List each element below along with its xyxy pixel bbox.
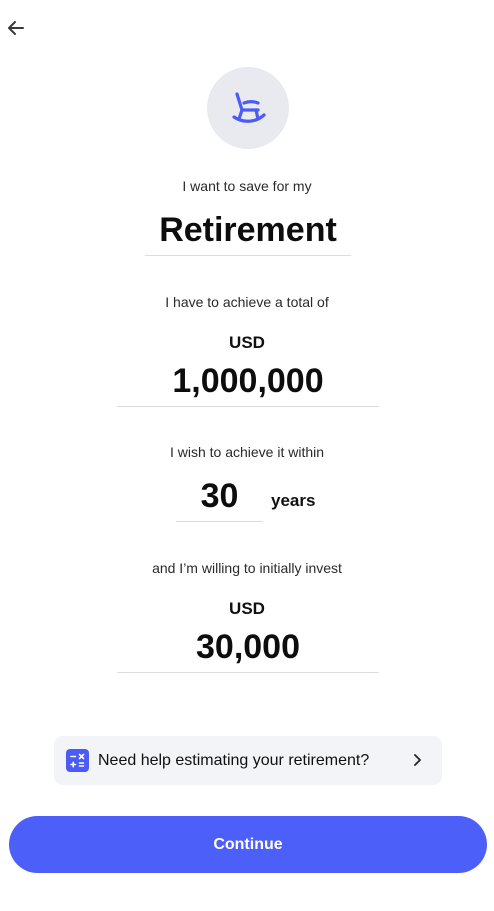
goal-name-field[interactable]: Retirement xyxy=(145,208,351,256)
retirement-estimate-help-card[interactable]: Need help estimating your retirement? xyxy=(54,736,442,785)
years-unit-label: years xyxy=(271,491,316,510)
years-field[interactable]: 30 xyxy=(176,475,263,522)
target-currency: USD xyxy=(229,333,265,352)
help-text: Need help estimating your retirement? xyxy=(98,751,370,769)
goal-intro-label: I want to save for my xyxy=(182,178,312,194)
calculator-icon xyxy=(66,749,89,772)
initial-investment-label: and I’m willing to initially invest xyxy=(152,560,342,576)
continue-button[interactable]: Continue xyxy=(9,816,487,873)
target-amount-field[interactable]: 1,000,000 xyxy=(117,359,379,407)
initial-amount-field[interactable]: 30,000 xyxy=(117,625,379,673)
arrow-left-icon xyxy=(8,21,24,35)
goal-icon-circle xyxy=(207,67,289,149)
timeframe-label: I wish to achieve it within xyxy=(169,444,325,460)
chevron-right-icon xyxy=(410,752,424,768)
initial-currency: USD xyxy=(229,599,265,618)
back-button[interactable] xyxy=(4,16,28,40)
target-label: I have to achieve a total of xyxy=(165,294,329,310)
rocking-chair-icon xyxy=(232,92,266,123)
